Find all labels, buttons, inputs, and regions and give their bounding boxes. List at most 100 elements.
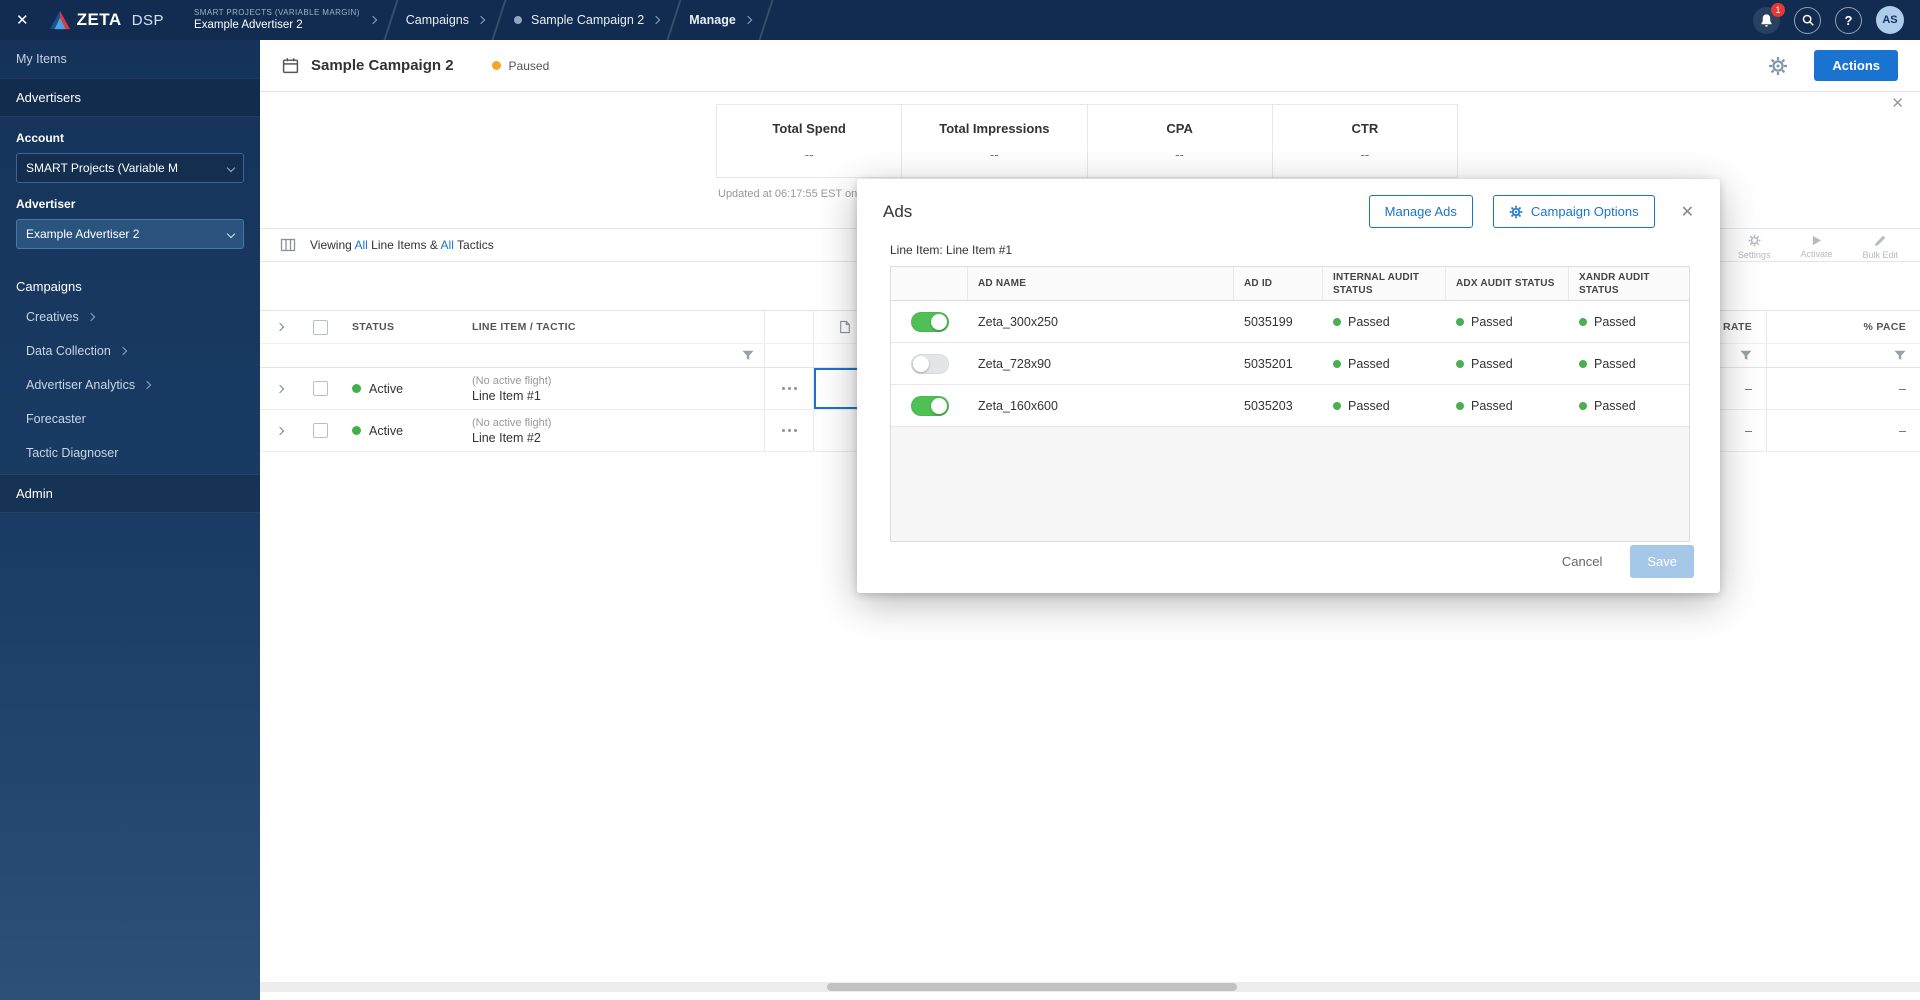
internal-audit-status: Passed <box>1323 357 1446 371</box>
account-select[interactable]: SMART Projects (Variable M <box>16 153 244 183</box>
sidebar-item-creatives[interactable]: Creatives <box>0 300 260 334</box>
status-text: Passed <box>1471 398 1513 413</box>
topbar: ✕ ZETA DSP SMART PROJECTS (VARIABLE MARG… <box>0 0 1920 40</box>
active-status-dot <box>352 426 361 435</box>
brand-dsp: DSP <box>131 11 165 29</box>
avatar[interactable]: AS <box>1876 6 1904 34</box>
ellipsis-icon <box>780 387 798 390</box>
expand-row-button[interactable] <box>260 410 300 451</box>
passed-status-dot <box>1333 317 1341 326</box>
line-item-cell[interactable]: (No active flight) Line Item #2 <box>464 417 764 445</box>
status-text: Passed <box>1471 356 1513 371</box>
sidebar-item-my-items[interactable]: My Items <box>0 40 260 78</box>
pace-cell: – <box>1766 368 1920 409</box>
modal-line-item-label: Line Item: Line Item #1 <box>890 243 1013 257</box>
chevron-right-icon[interactable] <box>275 322 285 332</box>
ad-enabled-toggle[interactable] <box>910 395 949 416</box>
line-item-cell[interactable]: (No active flight) Line Item #1 <box>464 375 764 403</box>
row-menu-button[interactable] <box>764 410 814 451</box>
columns-icon[interactable] <box>280 237 296 253</box>
line-item-column-header[interactable]: LINE ITEM / TACTIC <box>464 321 764 333</box>
actions-button[interactable]: Actions <box>1814 50 1898 81</box>
zeta-logo[interactable]: ZETA DSP <box>49 10 164 30</box>
filter-icon[interactable] <box>1740 350 1752 361</box>
chevron-right-icon <box>652 15 661 25</box>
row-checkbox[interactable] <box>312 423 328 438</box>
close-icon[interactable]: ✕ <box>1891 94 1904 112</box>
stat-label: CTR <box>1351 120 1379 136</box>
manage-ads-button[interactable]: Manage Ads <box>1368 195 1473 228</box>
row-menu-button[interactable] <box>764 368 814 409</box>
bulk-edit-button[interactable]: Bulk Edit <box>1862 235 1898 260</box>
ad-row: Zeta_160x600 5035203 Passed Passed Passe… <box>891 385 1689 427</box>
horizontal-scrollbar[interactable] <box>260 982 1920 992</box>
sidebar-item-forecaster[interactable]: Forecaster <box>0 402 260 436</box>
settings-button[interactable]: Settings <box>1738 234 1770 260</box>
stat-ctr: CTR -- <box>1273 105 1457 177</box>
activate-button[interactable]: Activate <box>1800 235 1832 259</box>
active-status-dot <box>352 384 361 393</box>
viewing-mid: Line Items & <box>371 238 438 252</box>
expand-row-button[interactable] <box>260 368 300 409</box>
close-icon[interactable]: ✕ <box>16 11 29 29</box>
close-icon[interactable]: ✕ <box>1681 202 1694 222</box>
status-text: Passed <box>1348 398 1390 413</box>
chevron-right-icon <box>275 426 285 435</box>
stat-cpa: CPA -- <box>1088 105 1273 177</box>
internal-audit-column-header[interactable]: INTERNAL AUDIT STATUS <box>1323 267 1446 300</box>
passed-status-dot <box>1333 359 1341 368</box>
filter-icon[interactable] <box>1894 350 1906 361</box>
save-button[interactable]: Save <box>1630 545 1694 578</box>
sidebar-item-advertisers[interactable]: Advertisers <box>0 78 260 117</box>
modal-header: Ads Manage Ads Campaign Options ✕ <box>857 179 1720 228</box>
settings-gear-button[interactable] <box>1768 56 1788 76</box>
help-button[interactable]: ? <box>1835 6 1862 34</box>
status-cell: Active <box>340 424 464 438</box>
chevron-right-icon <box>743 15 753 25</box>
scrollbar-thumb[interactable] <box>827 983 1237 991</box>
sidebar-item-campaigns[interactable]: Campaigns <box>0 263 260 300</box>
ads-modal: Ads Manage Ads Campaign Options ✕ Line I… <box>857 179 1720 593</box>
flight-label: (No active flight) <box>472 416 552 429</box>
adx-audit-status: Passed <box>1446 357 1569 371</box>
advertiser-select[interactable]: Example Advertiser 2 <box>16 219 244 249</box>
adx-audit-column-header[interactable]: ADX AUDIT STATUS <box>1446 267 1569 300</box>
status-column-header[interactable]: STATUS <box>340 321 464 333</box>
select-all-checkbox[interactable] <box>312 319 328 335</box>
document-icon <box>839 320 851 334</box>
passed-status-dot <box>1456 359 1464 368</box>
status-text: Passed <box>1471 314 1513 329</box>
breadcrumb-campaign[interactable]: Sample Campaign 2 <box>514 13 661 27</box>
ad-enabled-toggle[interactable] <box>910 311 949 332</box>
pace-column-header[interactable]: % PACE <box>1766 311 1920 343</box>
sidebar-item-label: Advertiser Analytics <box>26 378 136 392</box>
bulk-edit-label: Bulk Edit <box>1862 249 1898 260</box>
campaign-options-button[interactable]: Campaign Options <box>1492 195 1655 228</box>
all-line-items-link[interactable]: All <box>354 238 367 252</box>
sidebar-item-advertiser-analytics[interactable]: Advertiser Analytics <box>0 368 260 402</box>
row-checkbox[interactable] <box>312 381 328 396</box>
all-tactics-link[interactable]: All <box>441 238 454 252</box>
ad-enabled-toggle[interactable] <box>910 353 949 374</box>
sidebar-item-tactic-diagnoser[interactable]: Tactic Diagnoser <box>0 436 260 470</box>
gear-icon <box>1748 234 1761 247</box>
cancel-button[interactable]: Cancel <box>1562 554 1602 569</box>
search-button[interactable] <box>1794 6 1821 34</box>
breadcrumb-account[interactable]: SMART PROJECTS (VARIABLE MARGIN) Example… <box>194 8 360 32</box>
ad-name-column-header[interactable]: AD NAME <box>968 267 1234 300</box>
sidebar-item-data-collection[interactable]: Data Collection <box>0 334 260 368</box>
page-header: Sample Campaign 2 Paused Actions <box>260 40 1920 92</box>
sidebar-item-admin[interactable]: Admin <box>0 474 260 513</box>
status-label: Paused <box>508 58 550 73</box>
breadcrumb-manage[interactable]: Manage <box>689 13 753 27</box>
internal-audit-status: Passed <box>1323 315 1446 329</box>
sidebar: My Items Advertisers Account SMART Proje… <box>0 40 260 1000</box>
filter-icon[interactable] <box>742 350 754 361</box>
ad-id-column-header[interactable]: AD ID <box>1234 267 1323 300</box>
breadcrumb-campaigns[interactable]: Campaigns <box>406 13 486 27</box>
notifications-button[interactable]: 1 <box>1753 2 1785 34</box>
campaign-status: Paused <box>491 58 550 73</box>
campaign-stats: Total Spend -- Total Impressions -- CPA … <box>716 104 1458 178</box>
xandr-audit-column-header[interactable]: XANDR AUDIT STATUS <box>1569 267 1689 300</box>
stat-value: -- <box>1360 146 1370 162</box>
